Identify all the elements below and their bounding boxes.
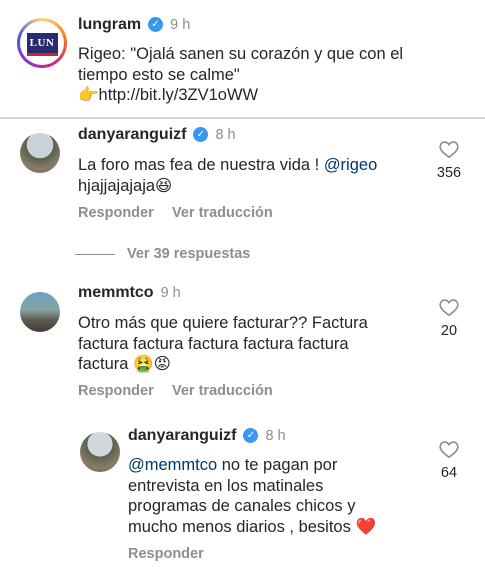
reply-button[interactable]: Responder xyxy=(78,383,154,399)
like-button[interactable]: 64 xyxy=(431,440,467,481)
avatar[interactable] xyxy=(20,292,60,332)
pointing-hand-icon: 👉 xyxy=(78,85,99,104)
like-count: 356 xyxy=(436,165,462,181)
heart-icon xyxy=(439,441,459,458)
comment-time: 8 h xyxy=(265,428,286,444)
like-button[interactable]: 20 xyxy=(431,298,467,339)
post-link[interactable]: http://bit.ly/3ZV1oWW xyxy=(99,86,259,104)
verified-badge-icon: ✓ xyxy=(193,126,209,142)
reply-button[interactable]: Responder xyxy=(128,546,204,562)
post-username[interactable]: lungram xyxy=(78,16,141,34)
divider xyxy=(0,117,485,119)
comment-username[interactable]: memmtco xyxy=(78,284,154,302)
like-count: 64 xyxy=(440,465,458,481)
divider xyxy=(75,253,115,255)
comment-time: 8 h xyxy=(215,127,236,143)
view-replies-label[interactable]: Ver 39 respuestas xyxy=(127,246,250,262)
avatar[interactable] xyxy=(20,133,60,173)
verified-badge-icon: ✓ xyxy=(148,16,164,32)
avatar[interactable] xyxy=(80,432,120,472)
comment-text: @memmtco no te pagan por entrevista en l… xyxy=(128,456,376,536)
reply-button[interactable]: Responder xyxy=(78,205,154,221)
heart-icon xyxy=(439,141,459,158)
like-button[interactable]: 356 xyxy=(431,140,467,181)
post-caption: LUN lungram ✓ 9 h Rigeo: "Ojalá sanen su… xyxy=(0,0,485,116)
translate-button[interactable]: Ver traducción xyxy=(172,383,273,399)
lun-logo: LUN xyxy=(26,33,58,56)
translate-button[interactable]: Ver traducción xyxy=(172,205,273,221)
post-avatar[interactable]: LUN xyxy=(17,18,67,68)
verified-badge-icon: ✓ xyxy=(243,427,259,443)
heart-icon xyxy=(439,299,459,316)
comment-username[interactable]: danyaranguizf xyxy=(78,126,186,144)
post-time: 9 h xyxy=(170,17,191,33)
comment-username[interactable]: danyaranguizf xyxy=(128,427,236,445)
post-text: Rigeo: "Ojalá sanen su corazón y que con… xyxy=(78,45,404,104)
mention-link[interactable]: @memmtco xyxy=(128,456,217,474)
comment-text: La foro mas fea de nuestra vida ! @rigeo… xyxy=(78,156,378,195)
view-replies[interactable]: Ver 39 respuestas xyxy=(75,246,250,262)
comment-time: 9 h xyxy=(160,285,181,301)
mention-link[interactable]: @rigeo xyxy=(324,156,377,174)
like-count: 20 xyxy=(440,323,458,339)
comment-text: Otro más que quiere facturar?? Factura f… xyxy=(78,314,368,373)
